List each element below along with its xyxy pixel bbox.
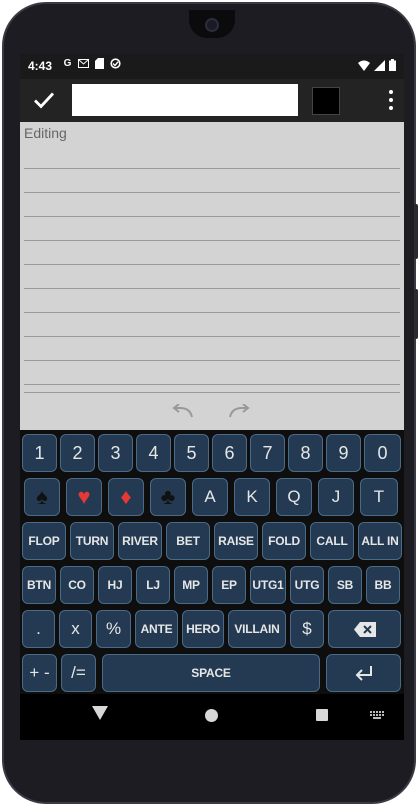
recents-icon[interactable] xyxy=(316,709,328,721)
status-bar: 4:43 G xyxy=(20,54,404,79)
key-utg1[interactable]: UTG1 xyxy=(250,566,286,604)
key-turn[interactable]: TURN xyxy=(70,522,114,560)
key-ace[interactable]: A xyxy=(192,478,228,516)
key-co[interactable]: CO xyxy=(60,566,94,604)
front-camera xyxy=(205,18,219,32)
key-space[interactable]: SPACE xyxy=(102,654,320,692)
key-hero[interactable]: HERO xyxy=(182,610,224,648)
key-raise[interactable]: RAISE xyxy=(214,522,258,560)
key-4[interactable]: 4 xyxy=(136,434,171,472)
key-bb[interactable]: BB xyxy=(366,566,400,604)
key-percent[interactable]: % xyxy=(96,610,131,648)
key-plus-minus[interactable]: + - xyxy=(22,654,57,692)
key-sb[interactable]: SB xyxy=(328,566,362,604)
key-jack[interactable]: J xyxy=(318,478,354,516)
key-7[interactable]: 7 xyxy=(250,434,285,472)
title-input[interactable] xyxy=(72,84,298,116)
ruled-line xyxy=(24,336,400,337)
key-x[interactable]: x xyxy=(59,610,92,648)
key-3[interactable]: 3 xyxy=(98,434,133,472)
key-enter[interactable] xyxy=(326,654,401,692)
key-8[interactable]: 8 xyxy=(288,434,323,472)
wifi-icon xyxy=(358,60,370,74)
confirm-check-button[interactable] xyxy=(32,88,56,112)
key-ten[interactable]: T xyxy=(360,478,398,516)
backspace-icon xyxy=(353,621,376,637)
key-5[interactable]: 5 xyxy=(174,434,209,472)
back-icon[interactable] xyxy=(92,706,108,720)
undo-redo-bar xyxy=(20,394,404,430)
key-heart[interactable]: ♥ xyxy=(66,478,102,516)
gmail-icon xyxy=(78,58,89,69)
editing-label: Editing xyxy=(24,125,67,141)
key-ante[interactable]: ANTE xyxy=(135,610,178,648)
key-mp[interactable]: MP xyxy=(174,566,208,604)
key-queen[interactable]: Q xyxy=(276,478,312,516)
key-bet[interactable]: BET xyxy=(166,522,210,560)
ruled-line xyxy=(24,192,400,193)
key-ep[interactable]: EP xyxy=(212,566,246,604)
key-spade[interactable]: ♠ xyxy=(24,478,60,516)
sd-card-icon xyxy=(94,58,105,69)
key-villain[interactable]: VILLAIN xyxy=(228,610,286,648)
key-all-in[interactable]: ALL IN xyxy=(358,522,402,560)
ruled-line xyxy=(24,392,400,393)
redo-icon[interactable] xyxy=(228,404,250,418)
ruled-line xyxy=(24,264,400,265)
keyboard-icon[interactable] xyxy=(370,711,384,720)
screen: 4:43 G Editing 1 2 3 4 5 6 7 8 9 0 ♠ ♥ ♦… xyxy=(20,54,404,740)
key-call[interactable]: CALL xyxy=(310,522,354,560)
volume-button xyxy=(414,204,418,259)
ruled-line xyxy=(24,360,400,361)
key-6[interactable]: 6 xyxy=(212,434,247,472)
sync-icon xyxy=(110,58,121,69)
key-9[interactable]: 9 xyxy=(326,434,361,472)
system-nav-bar xyxy=(20,694,404,740)
note-editor[interactable]: Editing xyxy=(20,122,404,394)
undo-icon[interactable] xyxy=(172,404,194,418)
ruled-line xyxy=(24,384,400,385)
overflow-menu-button[interactable] xyxy=(388,90,394,110)
key-flop[interactable]: FLOP xyxy=(22,522,66,560)
ruled-line xyxy=(24,168,400,169)
google-icon: G xyxy=(63,58,72,69)
ruled-line xyxy=(24,312,400,313)
key-utg[interactable]: UTG xyxy=(290,566,324,604)
key-river[interactable]: RIVER xyxy=(118,522,162,560)
ruled-line xyxy=(24,288,400,289)
color-picker-button[interactable] xyxy=(312,87,340,115)
key-hj[interactable]: HJ xyxy=(98,566,132,604)
key-period[interactable]: . xyxy=(22,610,55,648)
key-btn[interactable]: BTN xyxy=(22,566,56,604)
toolbar xyxy=(20,79,404,122)
enter-icon xyxy=(355,666,372,681)
power-button xyxy=(414,289,418,339)
battery-icon xyxy=(389,59,396,74)
key-backspace[interactable] xyxy=(328,610,401,648)
key-lj[interactable]: LJ xyxy=(136,566,170,604)
key-fold[interactable]: FOLD xyxy=(262,522,306,560)
key-diamond[interactable]: ♦ xyxy=(108,478,144,516)
key-dollar[interactable]: $ xyxy=(290,610,324,648)
ruled-line xyxy=(24,216,400,217)
ruled-line xyxy=(24,240,400,241)
key-slash-equals[interactable]: /= xyxy=(61,654,96,692)
phone-frame: 4:43 G Editing 1 2 3 4 5 6 7 8 9 0 ♠ ♥ ♦… xyxy=(2,2,418,804)
key-1[interactable]: 1 xyxy=(22,434,57,472)
more-vert-icon xyxy=(389,90,393,94)
status-time: 4:43 xyxy=(28,59,53,73)
key-king[interactable]: K xyxy=(234,478,270,516)
key-club[interactable]: ♣ xyxy=(150,478,186,516)
key-0[interactable]: 0 xyxy=(364,434,401,472)
home-icon[interactable] xyxy=(205,709,218,722)
poker-keyboard: 1 2 3 4 5 6 7 8 9 0 ♠ ♥ ♦ ♣ A K Q J T FL… xyxy=(20,430,404,694)
check-icon xyxy=(34,92,55,109)
signal-icon xyxy=(374,59,385,74)
key-2[interactable]: 2 xyxy=(60,434,95,472)
